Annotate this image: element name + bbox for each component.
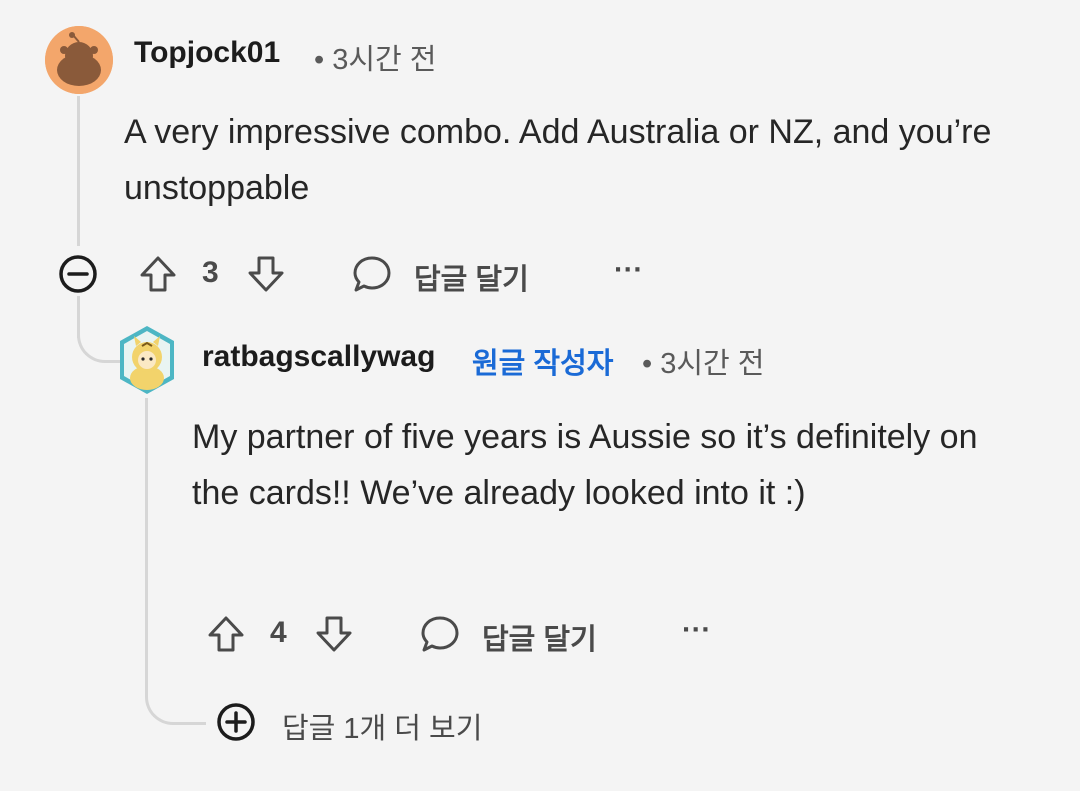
comment2-vote-count: 4 (270, 616, 287, 649)
downvote-arrow-icon (316, 616, 352, 652)
comment1-timestamp: • 3시간 전 (314, 44, 437, 76)
more-replies-link[interactable]: 답글 1개 더 보기 (282, 705, 482, 747)
comment2-author[interactable]: ratbagscallywag (202, 340, 435, 374)
upvote-arrow-icon (208, 616, 244, 652)
comment1-author[interactable]: Topjock01 (134, 36, 280, 70)
snoo-avatar-icon (45, 26, 113, 94)
comment2-downvote-button[interactable] (310, 610, 358, 658)
collapse-button[interactable] (56, 252, 100, 296)
thread-line-comment1 (77, 96, 80, 246)
comment2-more-options-button[interactable]: ··· (682, 614, 711, 647)
comment2-body: My partner of five years is Aussie so it… (192, 418, 978, 512)
comment1-upvote-button[interactable] (134, 250, 182, 298)
thread-line-comment2 (145, 398, 148, 678)
avatar-ratbagscallywag[interactable] (116, 324, 178, 396)
upvote-arrow-icon (140, 256, 176, 292)
chat-bubble-icon (421, 616, 459, 652)
comment2-upvote-button[interactable] (202, 610, 250, 658)
comment1-more-options-button[interactable]: ··· (614, 254, 643, 287)
downvote-arrow-icon (248, 256, 284, 292)
expand-replies-button[interactable] (214, 700, 258, 744)
avatar-topjock01[interactable] (45, 26, 113, 94)
thread-curve-more (145, 672, 206, 725)
comment2-timestamp: • 3시간 전 (642, 348, 765, 380)
op-badge: 원글 작성자 (472, 348, 614, 380)
comment1-downvote-button[interactable] (242, 250, 290, 298)
comment1-body: A very impressive combo. Add Australia o… (124, 113, 992, 207)
chat-bubble-icon (353, 256, 391, 292)
comment2-reply-icon-button[interactable] (416, 610, 464, 658)
comment1-reply-icon-button[interactable] (348, 250, 396, 298)
comment1-reply-button[interactable]: 답글 달기 (414, 256, 529, 298)
comment1-vote-count: 3 (202, 256, 219, 289)
plus-circle-icon (217, 703, 255, 741)
character-avatar-icon (120, 326, 174, 394)
comment2-reply-button[interactable]: 답글 달기 (482, 616, 597, 658)
minus-circle-icon (59, 255, 97, 293)
